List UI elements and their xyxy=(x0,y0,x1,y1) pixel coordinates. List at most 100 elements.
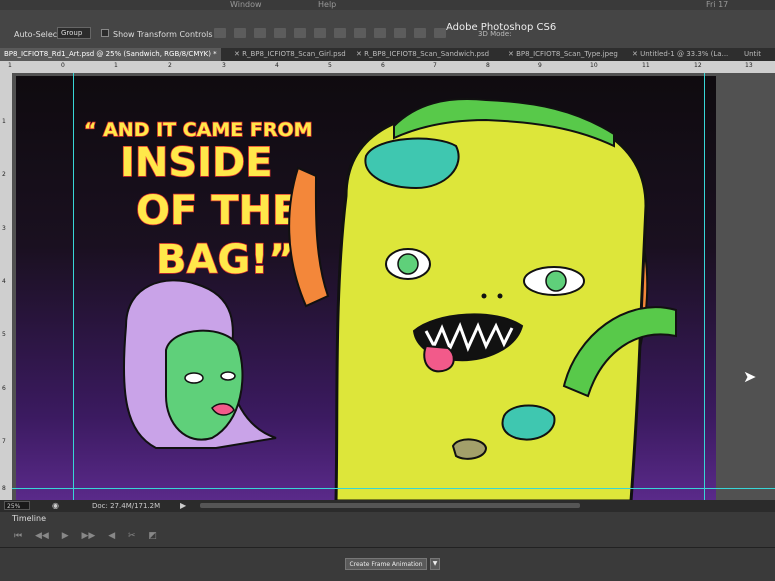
status-bar: 25% ◉ Doc: 27.4M/171.2M ▶ xyxy=(0,500,775,512)
timeline-controls: ⏮ ◀◀ ▶ ▶▶ ◀ ✂ ◩ xyxy=(14,531,167,541)
mode-3d-label: 3D Mode: xyxy=(478,30,512,38)
auto-select-dropdown[interactable]: Group xyxy=(57,27,91,39)
play-icon[interactable]: ▶ xyxy=(62,531,69,541)
close-icon[interactable]: ✕ xyxy=(356,50,364,58)
first-frame-icon[interactable]: ⏮ xyxy=(14,531,22,541)
ruler-tick: 9 xyxy=(538,62,542,69)
distribute-left-icon[interactable] xyxy=(394,28,406,38)
audio-icon[interactable]: ◀ xyxy=(108,531,115,541)
distribute-bottom-icon[interactable] xyxy=(374,28,386,38)
tab-label: BP8_ICFIOT8_Scan_Type.jpeg xyxy=(516,50,618,58)
status-arrow-icon[interactable]: ▶ xyxy=(180,501,186,510)
tab-label: BP8_ICFIOT8_Rd1_Art.psd @ 25% (Sandwich,… xyxy=(4,50,217,58)
tab-scan-type[interactable]: ✕ BP8_ICFIOT8_Scan_Type.jpeg xyxy=(504,48,622,61)
tab-scan-sandwich[interactable]: ✕ R_BP8_ICFIOT8_Scan_Sandwich.psd xyxy=(352,48,493,61)
mold-patch-left xyxy=(451,438,488,460)
align-right-icon[interactable] xyxy=(314,28,326,38)
ruler-tick: 2 xyxy=(168,62,172,69)
left-pupil xyxy=(397,253,419,275)
tab-untitled-2[interactable]: Untit xyxy=(740,48,765,61)
tab-art-psd[interactable]: BP8_ICFIOT8_Rd1_Art.psd @ 25% (Sandwich,… xyxy=(0,48,221,61)
show-transform-checkbox[interactable] xyxy=(101,29,109,37)
distribute-middle-icon[interactable] xyxy=(354,28,366,38)
guide-bottom[interactable] xyxy=(12,488,775,489)
auto-select-label: Auto-Select: xyxy=(14,30,63,39)
vertical-ruler[interactable]: 1 2 3 4 5 6 7 8 xyxy=(0,73,12,500)
tab-label: R_BP8_ICFIOT8_Scan_Girl.psd xyxy=(242,50,346,58)
transition-icon[interactable]: ◩ xyxy=(148,531,157,541)
title-line-4: BAG!” xyxy=(156,237,295,283)
align-center-icon[interactable] xyxy=(294,28,306,38)
zoom-field[interactable]: 25% xyxy=(4,501,30,510)
ruler-tick: 0 xyxy=(61,62,65,69)
tab-label: Untit xyxy=(744,50,761,58)
menu-clock: Fri 17 xyxy=(706,0,729,9)
arrow-cursor-icon: ➤ xyxy=(743,367,757,386)
tab-scan-girl[interactable]: ✕ R_BP8_ICFIOT8_Scan_Girl.psd xyxy=(230,48,350,61)
create-frame-animation-button[interactable]: Create Frame Animation xyxy=(345,558,427,570)
ruler-tick: 3 xyxy=(2,225,6,232)
guide-left[interactable] xyxy=(73,73,74,500)
menu-item-window[interactable]: Window xyxy=(230,0,262,9)
ruler-tick: 2 xyxy=(2,171,6,178)
title-line-2: INSIDE xyxy=(120,140,273,186)
scissors-icon[interactable]: ✂ xyxy=(128,531,136,541)
guide-right[interactable] xyxy=(704,73,705,500)
options-bar: Adobe Photoshop CS6 Auto-Select: Group S… xyxy=(0,10,775,49)
align-top-icon[interactable] xyxy=(214,28,226,38)
ruler-tick: 13 xyxy=(745,62,753,69)
next-frame-icon[interactable]: ▶▶ xyxy=(82,531,96,541)
tab-label: R_BP8_ICFIOT8_Scan_Sandwich.psd xyxy=(364,50,490,58)
artwork: “ AND IT CAME FROM INSIDE OF THE BAG!” xyxy=(83,98,677,501)
ruler-tick: 1 xyxy=(2,118,6,125)
ruler-tick: 11 xyxy=(642,62,650,69)
title-line-3: OF THE xyxy=(136,188,299,234)
tab-label: Untitled-1 @ 33.3% (La... xyxy=(640,50,729,58)
close-icon[interactable]: ✕ xyxy=(632,50,640,58)
ruler-tick: 10 xyxy=(590,62,598,69)
info-icon[interactable]: ◉ xyxy=(52,501,59,510)
horizontal-scrollbar[interactable] xyxy=(200,503,580,508)
ruler-tick: 6 xyxy=(381,62,385,69)
mold-patch-top xyxy=(364,137,460,190)
timeline-tab[interactable]: Timeline xyxy=(12,514,46,523)
horizontal-ruler[interactable]: 1 0 1 2 3 4 5 6 7 8 9 10 11 12 13 xyxy=(0,61,775,73)
title-line-1: “ AND IT CAME FROM xyxy=(84,119,313,141)
ruler-tick: 7 xyxy=(433,62,437,69)
girl-left-eye xyxy=(184,372,204,384)
right-pupil xyxy=(545,270,567,292)
ruler-tick: 1 xyxy=(8,62,12,69)
close-icon[interactable]: ✕ xyxy=(234,50,242,58)
mold-patch-right xyxy=(501,404,556,441)
tongue xyxy=(423,344,455,373)
ruler-tick: 12 xyxy=(694,62,702,69)
auto-select-value: Group xyxy=(61,29,83,37)
ruler-tick: 5 xyxy=(2,331,6,338)
prev-frame-icon[interactable]: ◀◀ xyxy=(35,531,49,541)
ruler-tick: 8 xyxy=(2,485,6,492)
ruler-tick: 1 xyxy=(114,62,118,69)
zoom-value: 25% xyxy=(7,503,21,510)
timeline-divider xyxy=(0,547,775,548)
ruler-tick: 6 xyxy=(2,385,6,392)
ruler-tick: 7 xyxy=(2,438,6,445)
distribute-top-icon[interactable] xyxy=(334,28,346,38)
chevron-down-icon[interactable]: ▼ xyxy=(430,558,440,570)
distribute-center-icon[interactable] xyxy=(414,28,426,38)
ruler-tick: 3 xyxy=(222,62,226,69)
show-transform-label: Show Transform Controls xyxy=(113,30,213,39)
ruler-tick: 8 xyxy=(486,62,490,69)
document-tabs: BP8_ICFIOT8_Rd1_Art.psd @ 25% (Sandwich,… xyxy=(0,48,775,61)
close-icon[interactable]: ✕ xyxy=(508,50,516,58)
menu-item-help[interactable]: Help xyxy=(318,0,336,9)
align-middle-icon[interactable] xyxy=(234,28,246,38)
distribute-right-icon[interactable] xyxy=(434,28,446,38)
ruler-tick: 5 xyxy=(328,62,332,69)
nostril-left xyxy=(481,293,487,299)
align-bottom-icon[interactable] xyxy=(254,28,266,38)
girl-right-eye xyxy=(220,371,236,381)
tab-untitled-1[interactable]: ✕ Untitled-1 @ 33.3% (La... xyxy=(628,48,732,61)
align-left-icon[interactable] xyxy=(274,28,286,38)
ruler-tick: 4 xyxy=(275,62,279,69)
document-canvas[interactable]: “ AND IT CAME FROM INSIDE OF THE BAG!” xyxy=(16,76,716,501)
